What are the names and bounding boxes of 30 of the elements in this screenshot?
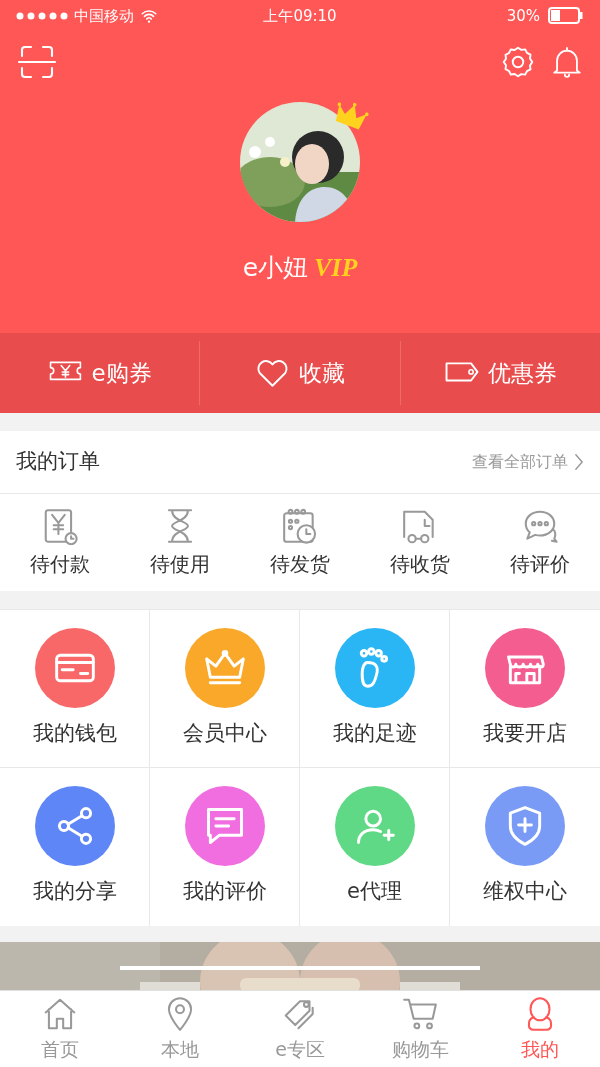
service-item[interactable]: 我的分享: [0, 768, 150, 926]
service-item[interactable]: 我要开店: [450, 610, 600, 768]
service-item[interactable]: 我的钱包: [0, 610, 150, 768]
chevron-right-icon: [574, 453, 584, 471]
service-item[interactable]: 我的评价: [150, 768, 300, 926]
user-name: e小妞: [242, 252, 308, 284]
order-status-button[interactable]: 待评价: [480, 506, 600, 579]
order-status-button[interactable]: 待发货: [240, 506, 360, 579]
bell-icon[interactable]: [550, 44, 584, 80]
wifi-icon: [140, 7, 158, 25]
signal-icon: [16, 11, 68, 21]
order-status-button[interactable]: 待收货: [360, 506, 480, 579]
quick-link[interactable]: e购券: [0, 333, 200, 413]
battery-percent: 30%: [506, 5, 540, 27]
service-item[interactable]: e代理: [300, 768, 450, 926]
service-item[interactable]: 我的足迹: [300, 610, 450, 768]
quick-link[interactable]: 优惠券: [400, 333, 600, 413]
quick-link[interactable]: 收藏: [200, 333, 400, 413]
vip-label: VIP: [314, 252, 358, 284]
carrier-name: 中国移动: [74, 5, 134, 27]
section-title: 我的订单: [16, 448, 100, 476]
calendar-clock-icon: [281, 506, 319, 545]
battery-icon: [548, 7, 584, 25]
order-status-button[interactable]: 待付款: [0, 506, 120, 579]
settings-icon[interactable]: [500, 44, 536, 80]
service-item[interactable]: 会员中心: [150, 610, 300, 768]
status-time: 上午09:10: [263, 5, 337, 27]
service-item[interactable]: 维权中心: [450, 768, 600, 926]
order-status-button[interactable]: 待使用: [120, 506, 240, 579]
scan-icon[interactable]: [16, 44, 58, 80]
